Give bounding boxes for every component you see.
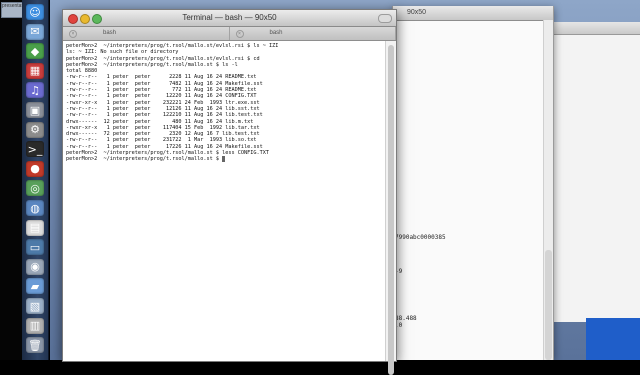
text-cursor <box>222 156 226 163</box>
background-scrollbar[interactable] <box>543 20 553 360</box>
background-terminal-window[interactable]: 90x50 7990abc0000385 -9 88.488 .0 <box>392 6 554 360</box>
tab-label: bash <box>103 30 117 36</box>
window-title: Terminal — bash — 90x50 <box>182 13 277 22</box>
left-strip: presentation <box>0 0 23 360</box>
app-icon-red[interactable]: ● <box>26 160 44 177</box>
background-scroll-thumb[interactable] <box>545 250 552 360</box>
tab-bash-1[interactable]: × bash <box>63 27 230 40</box>
mail-icon[interactable]: ✉ <box>26 23 44 40</box>
terminal-window[interactable]: Terminal — bash — 90x50 × bash × bash pe… <box>62 9 397 375</box>
trash-icon[interactable]: 🗑 <box>26 337 44 354</box>
background-window-far[interactable] <box>552 22 640 322</box>
disk-icon[interactable]: ◉ <box>26 258 44 275</box>
activity-icon[interactable]: ◎ <box>26 180 44 197</box>
background-text-line: 7990abc0000385 <box>395 234 446 241</box>
far-window-titlebar[interactable] <box>553 22 640 35</box>
presentation-thumbnail[interactable]: presentation <box>1 2 23 18</box>
close-icon[interactable]: × <box>69 30 77 38</box>
folder-icon[interactable]: ▰ <box>26 278 44 295</box>
dock: ☺ ✉ ◆ ▦ ♫ ▣ ⚙ >_ ● ◎ ◍ ▤ ▭ ◉ ▰ ▧ ▥ 🗑 <box>22 0 49 360</box>
globe-icon[interactable]: ◍ <box>26 200 44 216</box>
scroll-thumb[interactable] <box>388 45 394 375</box>
background-window-title[interactable]: 90x50 <box>393 6 553 21</box>
settings-icon[interactable]: ⚙ <box>26 121 44 138</box>
app-icon[interactable]: ◆ <box>26 43 44 60</box>
toolbar-toggle-button[interactable] <box>378 14 392 23</box>
desktop-corner <box>586 318 640 360</box>
terminal-output[interactable]: peterMon>2 ~/interpreters/prog/t.rsol/ma… <box>63 41 386 361</box>
terminal-scrollbar[interactable] <box>385 41 396 375</box>
itunes-icon[interactable]: ♫ <box>26 82 44 99</box>
finder-icon[interactable]: ☺ <box>26 4 44 20</box>
tab-bash-2[interactable]: × bash <box>230 27 396 40</box>
terminal-line: peterMon>2 ~/interpreters/prog/t.rsol/ma… <box>66 156 383 163</box>
close-icon[interactable]: × <box>235 30 244 38</box>
terminal-titlebar[interactable]: Terminal — bash — 90x50 <box>63 10 396 27</box>
tab-label: bash <box>269 30 283 36</box>
calendar-icon[interactable]: ▦ <box>26 62 44 79</box>
preview-icon[interactable]: ▣ <box>26 102 44 118</box>
monitor-icon[interactable]: ▭ <box>26 239 44 256</box>
picture-icon[interactable]: ▧ <box>26 298 44 314</box>
stack-icon[interactable]: ▥ <box>26 317 44 334</box>
document-icon[interactable]: ▤ <box>26 219 44 236</box>
terminal-icon[interactable]: >_ <box>26 141 44 158</box>
background-text-line: 88.488 <box>395 315 417 322</box>
tab-bar: × bash × bash <box>63 27 396 41</box>
